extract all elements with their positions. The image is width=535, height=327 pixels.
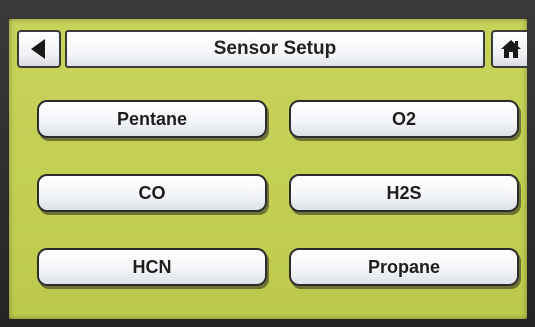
page-title: Sensor Setup (65, 30, 485, 68)
header-bar: Sensor Setup (9, 19, 527, 75)
sensor-button-o2[interactable]: O2 (289, 100, 519, 138)
home-icon (501, 40, 521, 58)
back-arrow-icon (30, 39, 45, 59)
sensor-button-pentane[interactable]: Pentane (37, 100, 267, 138)
touch-screen: Sensor Setup Pentane O2 CO H2S HCN Propa… (9, 19, 527, 319)
device-bezel: Sensor Setup Pentane O2 CO H2S HCN Propa… (0, 0, 535, 327)
home-button[interactable] (491, 30, 527, 68)
sensor-button-co[interactable]: CO (37, 174, 267, 212)
back-button[interactable] (17, 30, 61, 68)
sensor-button-hcn[interactable]: HCN (37, 248, 267, 286)
sensor-button-propane[interactable]: Propane (289, 248, 519, 286)
sensor-button-h2s[interactable]: H2S (289, 174, 519, 212)
